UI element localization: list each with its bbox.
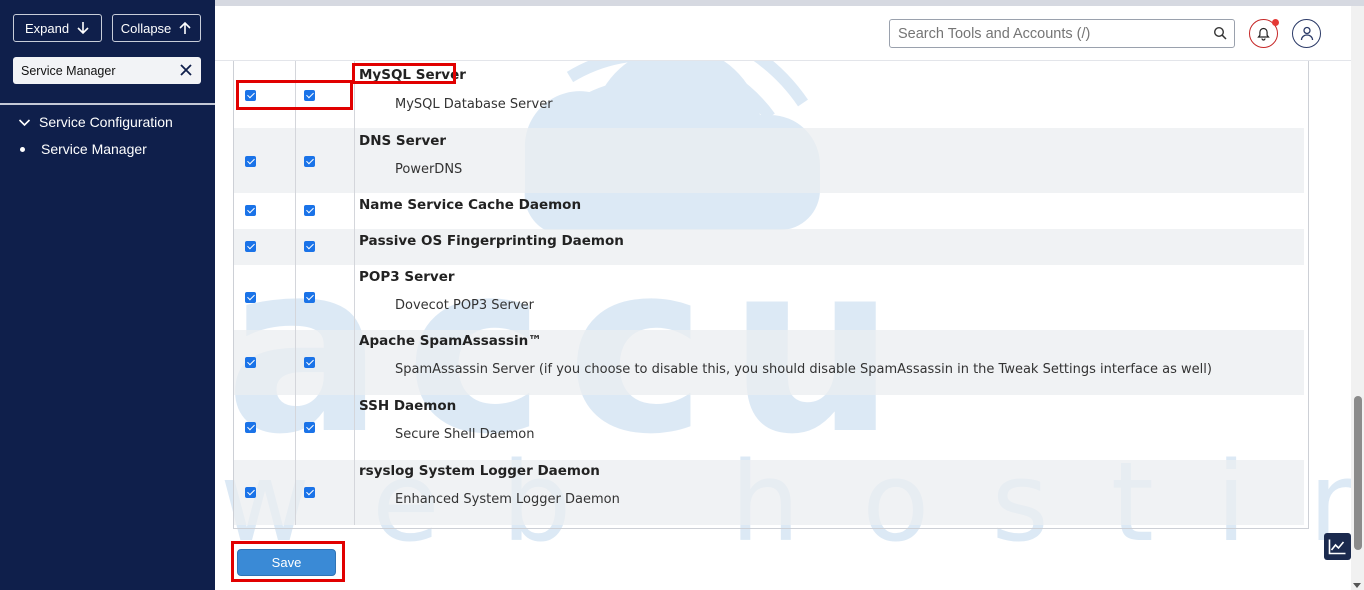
service-name: MySQL Server	[359, 67, 466, 83]
enable-checkbox-sshd[interactable]	[245, 422, 256, 433]
service-description: Enhanced System Logger Daemon	[395, 492, 620, 507]
notification-dot	[1272, 19, 1279, 26]
sidebar-search-input[interactable]	[13, 63, 168, 78]
sidebar-item-label: Service Manager	[41, 141, 147, 157]
monitor-cell	[296, 61, 355, 128]
page-scrollbar[interactable]	[1351, 6, 1364, 590]
sidebar-item-service-manager[interactable]: Service Manager	[18, 141, 147, 157]
global-search	[889, 19, 1235, 48]
enabled-cell	[234, 128, 296, 193]
sidebar-item-label: Service Configuration	[39, 114, 173, 130]
service-description: PowerDNS	[395, 162, 463, 177]
expand-label: Expand	[24, 20, 70, 36]
enable-checkbox-rsyslog[interactable]	[245, 487, 256, 498]
service-name: POP3 Server	[359, 269, 455, 285]
service-name: Apache SpamAssassin™	[359, 333, 542, 349]
service-name: DNS Server	[359, 133, 447, 149]
monitor-cell	[296, 330, 355, 395]
user-menu-button[interactable]	[1292, 19, 1321, 48]
monitor-cell	[296, 460, 355, 525]
monitor-checkbox-mysql[interactable]	[304, 90, 315, 101]
enable-checkbox-p0f[interactable]	[245, 241, 256, 252]
sidebar-item-service-configuration[interactable]: Service Configuration	[18, 114, 173, 130]
top-header	[215, 6, 1351, 61]
search-input[interactable]	[890, 20, 1200, 47]
scroll-down-arrow-icon[interactable]	[1353, 583, 1361, 588]
service-name: SSH Daemon	[359, 398, 457, 414]
enable-checkbox-nscd[interactable]	[245, 205, 256, 216]
enable-checkbox-spamd[interactable]	[245, 357, 256, 368]
monitor-cell	[296, 229, 355, 265]
enable-checkbox-pop3[interactable]	[245, 292, 256, 303]
enabled-cell	[234, 330, 296, 395]
sidebar-divider	[0, 103, 215, 105]
enable-checkbox-dns[interactable]	[245, 156, 256, 167]
table-row: Apache SpamAssassin™ SpamAssassin Server…	[234, 330, 1304, 395]
sidebar: Expand Collapse Service Configuration Se…	[0, 0, 215, 590]
scrollbar-thumb[interactable]	[1354, 396, 1362, 550]
service-description: Secure Shell Daemon	[395, 427, 535, 442]
monitor-cell	[296, 193, 355, 229]
sidebar-search	[13, 57, 201, 84]
service-name: rsyslog System Logger Daemon	[359, 463, 600, 479]
monitor-checkbox-nscd[interactable]	[304, 205, 315, 216]
enabled-cell	[234, 229, 296, 265]
monitor-checkbox-spamd[interactable]	[304, 357, 315, 368]
table-row: DNS Server PowerDNS	[234, 128, 1304, 193]
search-icon[interactable]	[1213, 26, 1227, 40]
collapse-label: Collapse	[120, 20, 172, 36]
monitor-cell	[296, 395, 355, 460]
service-table: MySQL Server MySQL Database Server DNS S…	[233, 61, 1309, 529]
enabled-cell	[234, 265, 296, 330]
chart-button[interactable]	[1324, 533, 1351, 560]
monitor-checkbox-sshd[interactable]	[304, 422, 315, 433]
table-row: POP3 Server Dovecot POP3 Server	[234, 265, 1304, 330]
monitor-checkbox-pop3[interactable]	[304, 292, 315, 303]
enabled-cell	[234, 61, 296, 128]
monitor-checkbox-p0f[interactable]	[304, 241, 315, 252]
user-icon	[1300, 26, 1313, 41]
table-row: rsyslog System Logger Daemon Enhanced Sy…	[234, 460, 1304, 525]
table-row: Name Service Cache Daemon	[234, 193, 1304, 229]
bell-icon	[1257, 27, 1270, 41]
table-row: SSH Daemon Secure Shell Daemon	[234, 395, 1304, 460]
arrow-down-icon	[77, 22, 89, 35]
chevron-down-icon	[18, 118, 31, 126]
notifications-button[interactable]	[1249, 19, 1279, 48]
table-row: Passive OS Fingerprinting Daemon	[234, 229, 1304, 265]
monitor-cell	[296, 265, 355, 330]
monitor-checkbox-rsyslog[interactable]	[304, 487, 315, 498]
service-description: MySQL Database Server	[395, 97, 553, 112]
service-description: Dovecot POP3 Server	[395, 298, 534, 313]
expand-button[interactable]: Expand	[13, 14, 102, 42]
collapse-button[interactable]: Collapse	[112, 14, 201, 42]
bullet-icon	[20, 146, 25, 152]
trend-chart-icon	[1328, 539, 1346, 555]
enabled-cell	[234, 193, 296, 229]
service-name: Name Service Cache Daemon	[359, 197, 582, 213]
close-icon[interactable]	[179, 63, 193, 77]
monitor-checkbox-dns[interactable]	[304, 156, 315, 167]
enabled-cell	[234, 395, 296, 460]
monitor-cell	[296, 128, 355, 193]
enable-checkbox-mysql[interactable]	[245, 90, 256, 101]
service-description: SpamAssassin Server (if you choose to di…	[395, 362, 1212, 377]
service-name: Passive OS Fingerprinting Daemon	[359, 233, 624, 249]
enabled-cell	[234, 460, 296, 525]
save-button[interactable]: Save	[237, 549, 336, 576]
table-row: MySQL Server MySQL Database Server	[234, 61, 1304, 128]
arrow-up-icon	[179, 21, 191, 34]
